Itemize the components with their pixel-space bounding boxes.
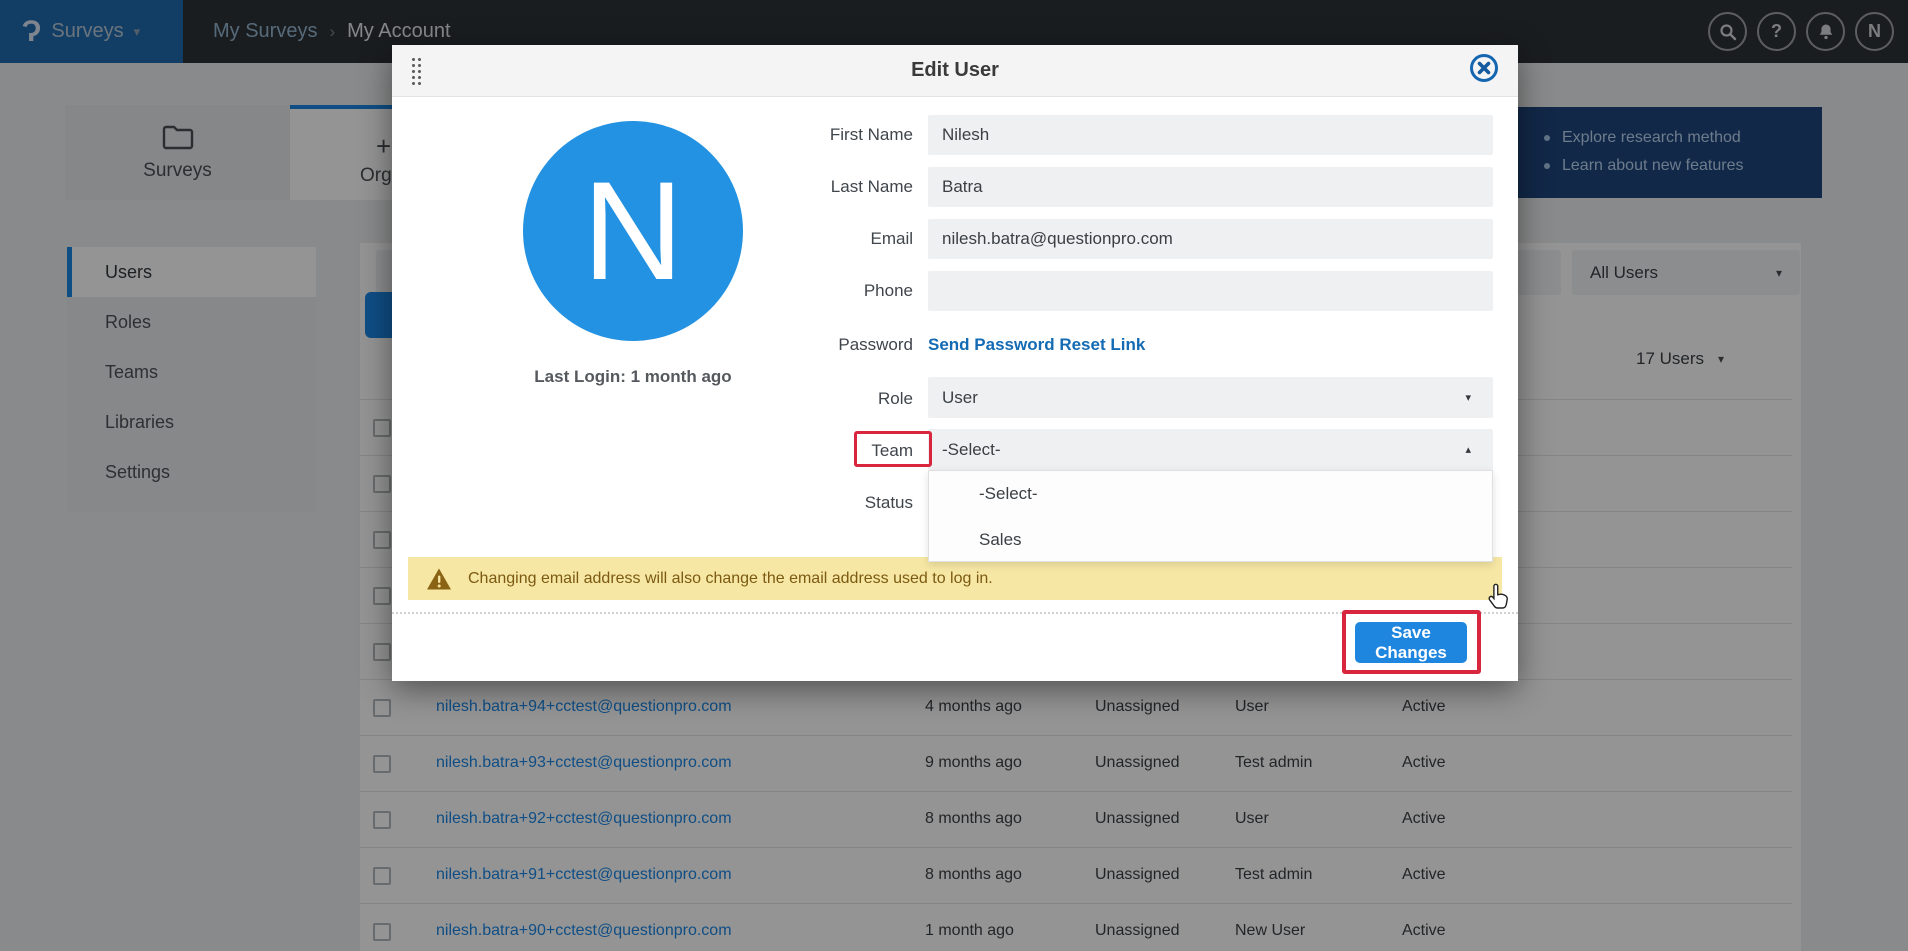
role-select[interactable]: User ▾ — [928, 377, 1493, 418]
send-password-reset-link[interactable]: Send Password Reset Link — [928, 335, 1145, 355]
phone-label: Phone — [733, 281, 913, 301]
team-select-value: -Select- — [942, 440, 1001, 460]
last-name-field[interactable] — [928, 167, 1493, 207]
first-name-label: First Name — [733, 125, 913, 145]
user-avatar: N — [523, 121, 743, 341]
team-option-select[interactable]: -Select- — [929, 471, 1492, 517]
team-select[interactable]: -Select- ▴ — [928, 429, 1493, 470]
avatar-initial: N — [582, 150, 683, 312]
password-label: Password — [733, 335, 913, 355]
save-changes-button[interactable]: Save Changes — [1355, 622, 1467, 663]
app-root: Ɂ Surveys ▾ My Surveys › My Account ? N — [0, 0, 1908, 951]
email-change-warning: Changing email address will also change … — [408, 557, 1502, 600]
team-dropdown-menu: -Select- Sales — [928, 470, 1493, 562]
email-field[interactable] — [928, 219, 1493, 259]
warning-icon — [426, 567, 452, 591]
modal-title: Edit User — [392, 59, 1518, 82]
close-button[interactable] — [1468, 52, 1500, 84]
phone-field[interactable] — [928, 271, 1493, 311]
email-label: Email — [733, 229, 913, 249]
team-option-sales[interactable]: Sales — [929, 517, 1492, 563]
warning-text: Changing email address will also change … — [468, 570, 993, 588]
chevron-down-icon: ▾ — [1465, 391, 1471, 404]
status-label: Status — [733, 493, 913, 513]
last-login-text: Last Login: 1 month ago — [513, 367, 753, 387]
footer-divider — [392, 612, 1518, 614]
first-name-field[interactable] — [928, 115, 1493, 155]
modal-header: Edit User — [392, 45, 1518, 97]
last-name-label: Last Name — [733, 177, 913, 197]
chevron-up-icon: ▴ — [1465, 443, 1471, 456]
team-label: Team — [733, 441, 913, 461]
edit-user-modal: Edit User N Last Login: 1 month ago Firs… — [392, 45, 1518, 681]
role-select-value: User — [942, 388, 978, 408]
role-label: Role — [733, 389, 913, 409]
close-icon — [1468, 52, 1500, 84]
